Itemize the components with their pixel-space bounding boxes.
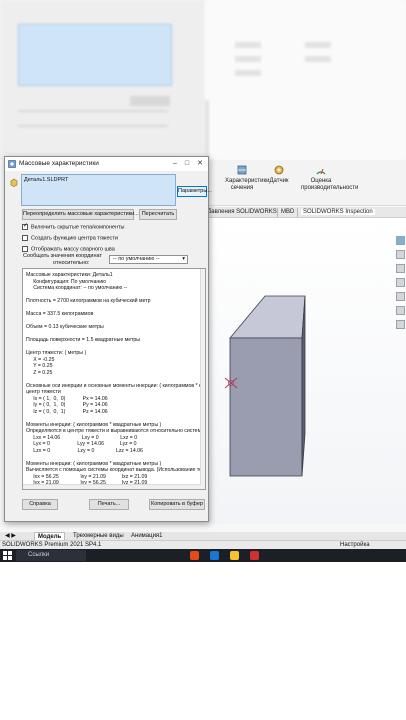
taskbar-solidworks-icon[interactable] [250, 551, 259, 560]
options-button[interactable]: Параметры... [177, 186, 212, 197]
checkbox-unchecked-icon [22, 235, 28, 241]
status-bar: SOLIDWORKS Premium 2021 SP4.1 Настройка [0, 540, 406, 549]
show-weld-bead-mass-checkbox[interactable]: Отображать массу сварного шва [22, 246, 115, 252]
horizontal-scrollbar[interactable] [23, 484, 201, 489]
background-window [0, 0, 406, 160]
create-com-feature-checkbox[interactable]: Создать функцию центра тяжести [22, 235, 118, 241]
results-line: Lzx = 0 Lzy = 0 Lzz = 14.06 [26, 447, 143, 454]
dialog-title: Массовые характеристики [19, 160, 99, 167]
performance-evaluation-button[interactable]: Оценка производительности [301, 164, 358, 192]
performance-icon [316, 168, 326, 175]
results-line: Система координат: -- по умолчанию -- [26, 285, 128, 291]
windows-start-icon[interactable] [3, 551, 12, 560]
tab-3d-views[interactable]: Трехмерные виды [70, 532, 127, 540]
background-panel [0, 0, 205, 160]
close-icon[interactable]: ✕ [195, 159, 205, 169]
tab-solidworks-inspection[interactable]: SOLIDWORKS Inspection [301, 209, 375, 215]
results-line: Iz = ( 0, 0, 1) Pz = 14.06 [26, 408, 108, 415]
chevron-down-icon: ▾ [182, 256, 185, 262]
sensor-icon [274, 165, 284, 175]
help-button[interactable]: Справка [22, 499, 58, 510]
section-properties-button[interactable]: Характеристики сечения [225, 164, 270, 192]
tab-separator [277, 208, 278, 217]
task-pane-forum-icon[interactable] [396, 320, 405, 329]
status-version: SOLIDWORKS Premium 2021 SP4.1 [2, 542, 102, 548]
checkbox-checked-icon [22, 222, 28, 230]
background-block [205, 100, 209, 160]
selected-items-box[interactable]: Деталь1.SLDPRT [21, 174, 176, 206]
task-pane-view-palette-icon[interactable] [396, 278, 405, 287]
tab-animation[interactable]: Анимация1 [128, 532, 166, 540]
task-pane-explorer-icon[interactable] [396, 264, 405, 273]
copy-to-clipboard-button[interactable]: Копировать в буфер [149, 499, 205, 510]
background-divider [18, 110, 168, 112]
task-pane-appearances-icon[interactable] [396, 292, 405, 301]
checkbox-unchecked-icon [22, 246, 28, 252]
results-line: Плотность = 2700 килограммов на кубическ… [26, 298, 151, 304]
sensor-button[interactable]: Датчик [265, 164, 293, 185]
maximize-icon[interactable]: □ [182, 159, 192, 169]
taskbar-app-icon[interactable] [210, 551, 219, 560]
tab-nav-arrows[interactable]: ◀ ▶ [2, 532, 19, 540]
background-block [235, 56, 261, 62]
task-pane-resources-icon[interactable] [396, 236, 405, 245]
background-block [235, 42, 261, 48]
results-textbox[interactable]: Массовые характеристики: Деталь1 Конфигу… [22, 268, 206, 490]
taskbar-folder-icon[interactable] [230, 551, 239, 560]
command-tabs: бавления SOLIDWORKS MBD SOLIDWORKS Inspe… [205, 207, 406, 218]
recalculate-button[interactable]: Пересчитать [139, 209, 177, 220]
task-pane-tabs [394, 236, 406, 386]
part-selection-icon [10, 178, 18, 187]
mass-properties-dialog: Массовые характеристики – □ ✕ Деталь1.SL… [4, 156, 212, 522]
mass-properties-icon [8, 160, 16, 168]
coordinate-system-select[interactable]: -- по умолчанию -- ▾ [109, 255, 188, 264]
background-divider [18, 125, 168, 127]
results-line: Масса = 337.5 килограммов [26, 311, 94, 317]
tab-mbd[interactable]: MBD [281, 209, 294, 215]
background-block [235, 70, 261, 76]
vertical-scrollbar[interactable] [200, 269, 205, 489]
taskbar-search[interactable]: Ссылки [16, 550, 86, 561]
selected-item: Деталь1.SLDPRT [24, 177, 69, 183]
override-mass-properties-button[interactable]: Переопределить массовые характеристики..… [22, 209, 139, 220]
windows-taskbar: Ссылки [0, 549, 406, 562]
background-block [305, 56, 331, 62]
taskbar-search-text: Ссылки [28, 552, 50, 558]
model-tabs: ◀ ▶ Модель Трехмерные виды Анимация1 [0, 532, 406, 540]
include-hidden-checkbox[interactable]: Включить скрытые тела/компоненты [22, 222, 125, 230]
command-manager: Характеристики сечения Датчик Оценка про… [205, 160, 406, 206]
minimize-icon[interactable]: – [170, 159, 180, 169]
background-selection-box [18, 24, 172, 86]
tab-model[interactable]: Модель [34, 532, 66, 540]
tab-solidworks-addins[interactable]: бавления SOLIDWORKS [208, 209, 277, 215]
tab-separator [297, 208, 298, 217]
status-customize[interactable]: Настройка [340, 542, 370, 548]
background-right [205, 0, 406, 160]
graphics-viewport[interactable] [205, 218, 406, 524]
cube-model [224, 295, 306, 477]
results-line: Z = 0.25 [26, 369, 53, 376]
background-block [305, 42, 331, 48]
results-line: Объем = 0.13 кубические метры [26, 324, 104, 330]
results-line: Площадь поверхности = 1.5 квадратные мет… [26, 337, 140, 343]
print-button[interactable]: Печать... [89, 499, 129, 510]
task-pane-library-icon[interactable] [396, 250, 405, 259]
section-properties-icon [237, 165, 247, 175]
background-bar [130, 96, 170, 106]
task-pane-custom-properties-icon[interactable] [396, 306, 405, 315]
coordinate-system-label: Сообщать значения координат относительно… [23, 253, 102, 266]
dialog-titlebar: Массовые характеристики – □ ✕ [5, 157, 208, 171]
taskbar-app-icon[interactable] [190, 551, 199, 560]
